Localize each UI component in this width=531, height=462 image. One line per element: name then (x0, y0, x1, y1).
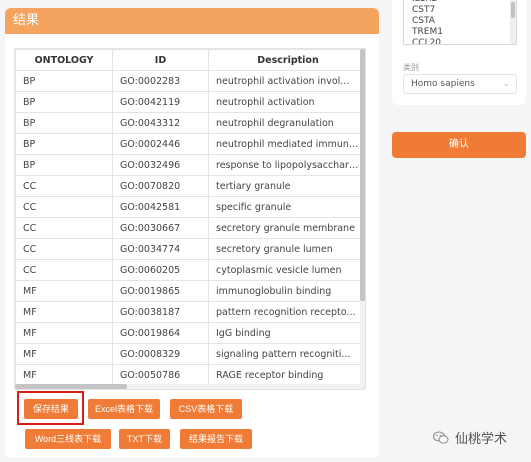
description-cell: secretory granule membrane (208, 217, 365, 239)
wechat-icon (433, 431, 449, 444)
description-cell: secretory granule lumen (208, 238, 365, 260)
table-row[interactable]: CC GO:0070820 tertiary granule (15, 175, 365, 197)
species-select[interactable]: Homo sapiens ⌄ (403, 74, 517, 94)
table-row[interactable]: CC GO:0034774 secretory granule lumen (15, 238, 365, 260)
description-cell: neutrophil activation (208, 91, 365, 113)
ontology-cell: BP (15, 70, 113, 92)
table-vertical-scrollbar[interactable] (360, 49, 365, 389)
description-cell: IgG binding (208, 322, 365, 344)
species-label: 类别 (403, 63, 419, 72)
go-id-cell: GO:0050786 (112, 364, 209, 386)
description-cell: RAGE receptor binding (208, 364, 365, 386)
table-row[interactable]: BP GO:0032496 response to lipopolysacchari… (15, 154, 365, 176)
description-cell: immunoglobulin binding (208, 280, 365, 302)
table-row[interactable]: CC GO:0030667 secretory granule membrane (15, 217, 365, 239)
table-row[interactable]: MF GO:0038187 pattern recognition recepto.… (15, 301, 365, 323)
table-row[interactable]: BP GO:0042119 neutrophil activation (15, 91, 365, 113)
go-id-cell: GO:0042119 (112, 91, 209, 113)
ontology-cell: CC (15, 196, 113, 218)
table-row[interactable]: MF GO:0019864 IgG binding (15, 322, 365, 344)
ontology-cell: BP (15, 133, 113, 155)
result-title: 结果 (5, 8, 379, 34)
description-cell: signaling pattern recogniti... (208, 343, 365, 365)
description-cell: cytoplasmic vesicle lumen (208, 259, 365, 281)
ontology-cell: CC (15, 259, 113, 281)
description-cell: response to lipopolysaccharide (208, 154, 365, 176)
settings-panel: IL1R2CST7CSTATREM1CCL20MCF 类别 Homo sapie… (392, 0, 526, 105)
save-result-button[interactable]: 保存结果 (24, 399, 78, 419)
go-id-cell: GO:0042581 (112, 196, 209, 218)
column-header-description[interactable]: Description (208, 49, 365, 71)
ontology-cell: MF (15, 343, 113, 365)
table-row[interactable]: BP GO:0002283 neutrophil activation invol.… (15, 70, 365, 92)
gene-list-textarea[interactable]: IL1R2CST7CSTATREM1CCL20MCF (403, 0, 517, 45)
column-header-ontology[interactable]: ONTOLOGY (15, 49, 113, 71)
ontology-cell: BP (15, 91, 113, 113)
go-id-cell: GO:0070820 (112, 175, 209, 197)
go-results-table: ONTOLOGY ID Description BP GO:0002283 neut… (15, 49, 365, 386)
ontology-cell: MF (15, 322, 113, 344)
ontology-cell: BP (15, 154, 113, 176)
watermark: 仙桃学术 (433, 428, 507, 447)
gene-list-item: TREM1 (412, 27, 443, 37)
go-id-cell: GO:0043312 (112, 112, 209, 134)
watermark-text: 仙桃学术 (455, 432, 508, 447)
ontology-cell: MF (15, 280, 113, 302)
table-row[interactable]: BP GO:0002446 neutrophil mediated immunity (15, 133, 365, 155)
go-id-cell: GO:0002283 (112, 70, 209, 92)
go-id-cell: GO:0060205 (112, 259, 209, 281)
go-id-cell: GO:0032496 (112, 154, 209, 176)
table-row[interactable]: MF GO:0019865 immunoglobulin binding (15, 280, 365, 302)
report-download-button[interactable]: 结果报告下载 (180, 429, 252, 449)
gene-list-item: CSTA (412, 16, 435, 26)
ontology-cell: CC (15, 217, 113, 239)
description-cell: specific granule (208, 196, 365, 218)
description-cell: neutrophil activation invol... (208, 70, 365, 92)
horizontal-scroll-thumb[interactable] (15, 384, 127, 389)
go-id-cell: GO:0019864 (112, 322, 209, 344)
description-cell: pattern recognition recepto... (208, 301, 365, 323)
go-id-cell: GO:0034774 (112, 238, 209, 260)
go-id-cell: GO:0030667 (112, 217, 209, 239)
description-cell: neutrophil degranulation (208, 112, 365, 134)
ontology-cell: BP (15, 112, 113, 134)
ontology-cell: MF (15, 301, 113, 323)
csv-download-button[interactable]: CSV表格下载 (170, 399, 242, 419)
go-id-cell: GO:0019865 (112, 280, 209, 302)
go-id-cell: GO:0002446 (112, 133, 209, 155)
vertical-scroll-thumb[interactable] (360, 49, 365, 301)
table-header-row: ONTOLOGY ID Description (15, 49, 365, 71)
table-row[interactable]: BP GO:0043312 neutrophil degranulation (15, 112, 365, 134)
ontology-cell: CC (15, 175, 113, 197)
gene-list-scrollbar[interactable] (510, 0, 516, 44)
word-download-button[interactable]: Word三线表下载 (25, 429, 111, 449)
confirm-button[interactable]: 确认 (392, 132, 526, 158)
chevron-down-icon: ⌄ (502, 79, 510, 89)
table-row[interactable]: MF GO:0050786 RAGE receptor binding (15, 364, 365, 386)
gene-list-item: CCL20 (412, 38, 442, 45)
column-header-id[interactable]: ID (112, 49, 209, 71)
gene-list-scroll-thumb[interactable] (511, 2, 515, 18)
go-id-cell: GO:0008329 (112, 343, 209, 365)
table-horizontal-scrollbar[interactable] (15, 384, 365, 389)
ontology-cell: MF (15, 364, 113, 386)
table-row[interactable]: CC GO:0060205 cytoplasmic vesicle lumen (15, 259, 365, 281)
go-id-cell: GO:0038187 (112, 301, 209, 323)
excel-download-button[interactable]: Excel表格下载 (88, 399, 160, 419)
ontology-cell: CC (15, 238, 113, 260)
table-row[interactable]: MF GO:0008329 signaling pattern recogniti.… (15, 343, 365, 365)
go-results-table-container[interactable]: ONTOLOGY ID Description BP GO:0002283 neut… (14, 48, 366, 390)
species-select-value: Homo sapiens (411, 79, 475, 89)
description-cell: tertiary granule (208, 175, 365, 197)
table-row[interactable]: CC GO:0042581 specific granule (15, 196, 365, 218)
txt-download-button[interactable]: TXT下载 (119, 429, 170, 449)
description-cell: neutrophil mediated immunity (208, 133, 365, 155)
gene-list-item: CST7 (412, 5, 436, 15)
